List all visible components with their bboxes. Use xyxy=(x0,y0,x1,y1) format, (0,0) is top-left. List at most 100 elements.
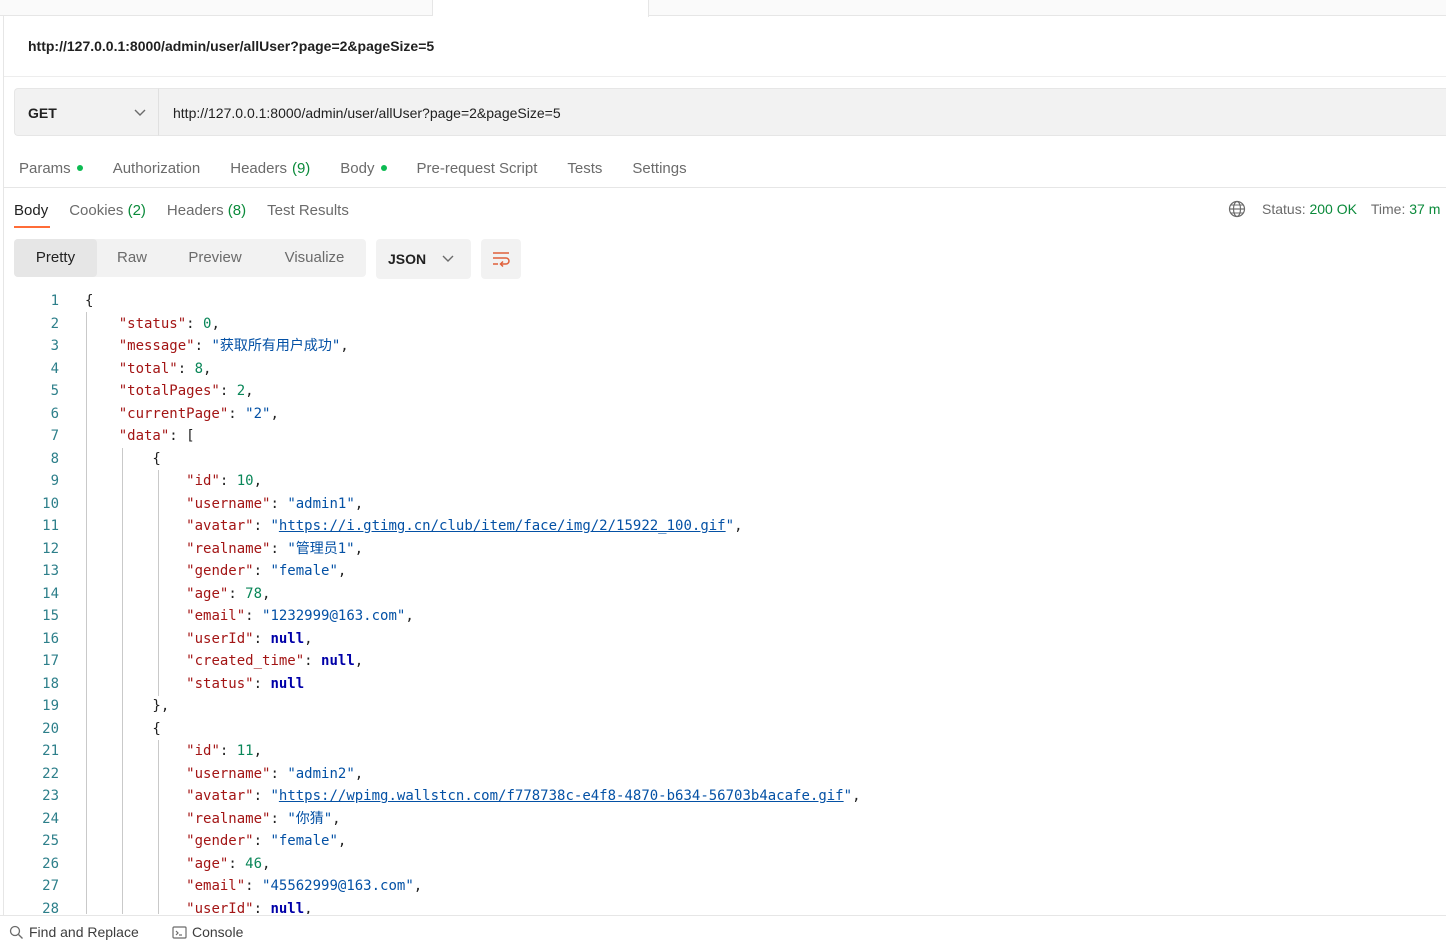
format-select[interactable]: JSON xyxy=(376,239,471,279)
tab-headers-label: Headers xyxy=(230,159,287,177)
view-pretty-button[interactable]: Pretty xyxy=(14,239,97,277)
code-line: 15 "email": "1232999@163.com", xyxy=(0,605,1446,627)
line-number: 1 xyxy=(50,293,59,309)
line-content: "avatar": "https://wpimg.wallstcn.com/f7… xyxy=(186,788,861,804)
code-line: 19 }, xyxy=(0,695,1446,717)
line-number: 21 xyxy=(42,743,59,759)
line-content: { xyxy=(85,451,161,467)
request-tabs: Params Authorization Headers (9) Body Pre… xyxy=(19,158,717,178)
url-link[interactable]: https://wpimg.wallstcn.com/f778738c-e4f8… xyxy=(279,788,844,804)
code-line: 11 "avatar": "https://i.gtimg.cn/club/it… xyxy=(0,515,1446,537)
request-tab-active[interactable] xyxy=(433,0,649,17)
code-line: 16 "userId": null, xyxy=(0,628,1446,650)
line-number: 3 xyxy=(50,338,59,354)
tab-strip xyxy=(0,0,1446,17)
line-content: "status": 0, xyxy=(118,316,220,332)
code-line: 26 "age": 46, xyxy=(0,853,1446,875)
code-line: 21 "id": 11, xyxy=(0,740,1446,762)
line-number: 22 xyxy=(42,766,59,782)
code-line: 5 "totalPages": 2, xyxy=(0,380,1446,402)
line-number: 11 xyxy=(42,518,59,534)
tab-tests[interactable]: Tests xyxy=(567,160,602,177)
console-icon xyxy=(172,925,187,939)
line-content: "userId": null, xyxy=(186,901,313,914)
code-line: 28 "userId": null, xyxy=(0,898,1446,914)
code-line: 18 "status": null xyxy=(0,673,1446,695)
line-number: 13 xyxy=(42,563,59,579)
code-line: 14 "age": 78, xyxy=(0,583,1446,605)
line-content: "email": "45562999@163.com", xyxy=(186,878,423,894)
divider xyxy=(4,187,1446,188)
status-value[interactable]: 200 OK xyxy=(1309,201,1356,217)
headers-count: (9) xyxy=(291,159,311,177)
response-tab-test-results[interactable]: Test Results xyxy=(267,202,349,219)
line-content: "currentPage": "2", xyxy=(118,406,279,422)
view-preview-button[interactable]: Preview xyxy=(167,239,263,277)
chevron-down-icon xyxy=(134,109,146,116)
response-tab-body[interactable]: Body xyxy=(14,202,48,219)
response-tab-headers[interactable]: Headers (8) xyxy=(167,202,246,219)
line-content: }, xyxy=(85,698,170,714)
url-input[interactable]: http://127.0.0.1:8000/admin/user/allUser… xyxy=(158,88,1446,136)
find-replace-label: Find and Replace xyxy=(29,924,139,940)
tab-tests-label: Tests xyxy=(567,159,603,177)
globe-icon[interactable] xyxy=(1228,200,1246,218)
line-content: "realname": "你猜", xyxy=(186,811,341,827)
chevron-down-icon xyxy=(442,255,454,262)
line-number: 17 xyxy=(42,653,59,669)
line-content: "created_time": null, xyxy=(186,653,364,669)
line-content: "email": "1232999@163.com", xyxy=(186,608,414,624)
console-button[interactable]: Console xyxy=(172,924,243,940)
line-number: 2 xyxy=(50,316,59,332)
console-label: Console xyxy=(192,924,244,940)
code-line: 6 "currentPage": "2", xyxy=(0,403,1446,425)
line-content: "message": "获取所有用户成功", xyxy=(118,338,349,354)
url-link[interactable]: https://i.gtimg.cn/club/item/face/img/2/… xyxy=(279,518,726,534)
line-number: 19 xyxy=(42,698,59,714)
response-body-editor[interactable]: 1 {2 "status": 0, 3 "message": "获取所有用户成功",… xyxy=(0,290,1446,914)
headers-label: Headers xyxy=(166,201,224,219)
line-content: "avatar": "https://i.gtimg.cn/club/item/… xyxy=(186,518,743,534)
tab-params[interactable]: Params xyxy=(19,160,83,177)
request-title[interactable]: http://127.0.0.1:8000/admin/user/allUser… xyxy=(28,38,434,54)
code-line: 4 "total": 8, xyxy=(0,358,1446,380)
code-line: 24 "realname": "你猜", xyxy=(0,808,1446,830)
line-number: 15 xyxy=(42,608,59,624)
tab-authorization[interactable]: Authorization xyxy=(113,160,201,177)
view-raw-button[interactable]: Raw xyxy=(97,239,167,277)
line-content: "id": 11, xyxy=(186,743,263,759)
tab-headers[interactable]: Headers (9) xyxy=(230,160,310,177)
line-content: "userId": null, xyxy=(186,631,313,647)
code-line: 23 "avatar": "https://wpimg.wallstcn.com… xyxy=(0,785,1446,807)
wrap-lines-button[interactable] xyxy=(481,239,521,279)
view-visualize-button[interactable]: Visualize xyxy=(263,239,366,277)
code-line: 7 "data": [ xyxy=(0,425,1446,447)
response-tab-cookies[interactable]: Cookies (2) xyxy=(69,202,146,219)
code-line: 22 "username": "admin2", xyxy=(0,763,1446,785)
time-label: Time: xyxy=(1370,201,1406,217)
tab-prerequest-script[interactable]: Pre-request Script xyxy=(417,160,538,177)
search-icon xyxy=(9,925,23,939)
response-tabs: Body Cookies (2) Headers (8) Test Result… xyxy=(14,200,370,220)
code-line: 3 "message": "获取所有用户成功", xyxy=(0,335,1446,357)
line-content: "gender": "female", xyxy=(186,833,347,849)
time-value[interactable]: 37 m xyxy=(1409,201,1440,217)
line-number: 20 xyxy=(42,721,59,737)
request-tab-inactive[interactable] xyxy=(0,0,433,16)
method-select[interactable]: GET xyxy=(14,88,159,136)
code-line: 27 "email": "45562999@163.com", xyxy=(0,875,1446,897)
find-replace-button[interactable]: Find and Replace xyxy=(9,924,139,940)
code-line: 17 "created_time": null, xyxy=(0,650,1446,672)
tab-body-label: Body xyxy=(340,159,375,177)
format-label: JSON xyxy=(388,251,427,267)
line-content: "total": 8, xyxy=(118,361,212,377)
line-content: "age": 46, xyxy=(186,856,271,872)
tab-settings-label: Settings xyxy=(632,159,687,177)
tab-prerequest-label: Pre-request Script xyxy=(416,159,538,177)
line-number: 7 xyxy=(50,428,59,444)
line-content: "data": [ xyxy=(118,428,195,444)
tab-authorization-label: Authorization xyxy=(112,159,201,177)
line-content: { xyxy=(85,721,161,737)
tab-body[interactable]: Body xyxy=(340,159,387,177)
tab-settings[interactable]: Settings xyxy=(632,160,686,177)
